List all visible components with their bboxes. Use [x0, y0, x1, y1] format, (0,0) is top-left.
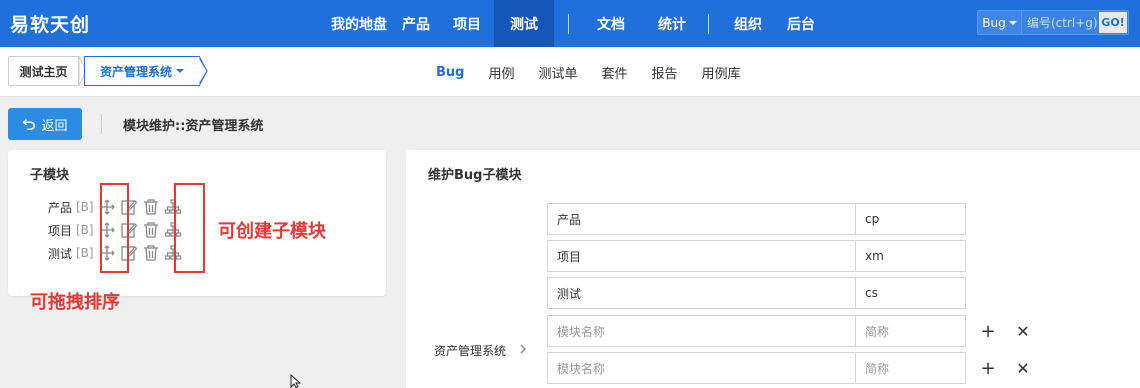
- new-module-short-input[interactable]: 简称: [855, 352, 966, 384]
- sub-navbar: 测试主页 资产管理系统 Bug 用例 测试单 套件 报告 用例库: [0, 47, 1140, 97]
- nav-item-product[interactable]: 产品: [392, 0, 440, 47]
- module-name-field[interactable]: 项目: [547, 240, 856, 272]
- annotation-create-submodule: 可创建子模块: [218, 221, 326, 242]
- subnav-case[interactable]: 用例: [488, 63, 514, 82]
- nav-item-org[interactable]: 组织: [726, 0, 770, 47]
- chevron-down-icon: [1008, 20, 1017, 25]
- new-module-name-input[interactable]: 模块名称: [547, 315, 856, 347]
- nav-item-dashboard[interactable]: 我的地盘: [331, 0, 387, 47]
- maintain-module-panel: 维护Bug子模块 产品 cp 项目 xm 测试 cs 模块名称 简称 + ✕ 模…: [406, 150, 1140, 388]
- nav-item-test[interactable]: 测试: [494, 0, 554, 47]
- module-form-row: 测试 cs: [547, 277, 967, 309]
- add-row-button[interactable]: +: [979, 358, 997, 379]
- module-name: 项目: [48, 223, 73, 238]
- module-name-field[interactable]: 产品: [547, 203, 856, 235]
- new-module-row: 模块名称 简称: [547, 315, 967, 347]
- mouse-cursor-icon: [290, 374, 302, 388]
- maintain-panel-title: 维护Bug子模块: [428, 168, 522, 183]
- subnav-bug[interactable]: Bug: [436, 65, 464, 80]
- create-highlight-box: [174, 183, 205, 273]
- module-form-row: 产品 cp: [547, 203, 967, 235]
- breadcrumb-arrow-tip: [198, 56, 208, 87]
- submodule-panel: 子模块 产品 [B] 项目 [B] 测试 [B] 可创建子模块 可拖拽排序: [8, 150, 386, 313]
- breadcrumb-product-select[interactable]: 资产管理系统: [84, 56, 200, 86]
- search-box: Bug GO!: [977, 10, 1129, 35]
- nav-item-doc[interactable]: 文档: [589, 0, 633, 47]
- test-subnav: Bug 用例 测试单 套件 报告 用例库: [436, 47, 765, 97]
- breadcrumb-current-label: 资产管理系统: [99, 64, 172, 79]
- page-title: 模块维护::资产管理系统: [123, 119, 264, 134]
- search-type-select[interactable]: Bug: [978, 11, 1022, 34]
- chevron-down-icon: [176, 69, 184, 73]
- module-name: 产品: [48, 200, 73, 215]
- drag-highlight-box: [100, 183, 129, 273]
- remove-row-button[interactable]: ✕: [1014, 322, 1032, 341]
- module-short-field[interactable]: cp: [855, 203, 966, 235]
- annotation-drag-sort: 可拖拽排序: [30, 292, 120, 313]
- breadcrumb-home[interactable]: 测试主页: [8, 56, 79, 86]
- module-short-field[interactable]: cs: [855, 277, 966, 309]
- parent-module-label: 资产管理系统: [434, 344, 507, 358]
- subnav-testtask[interactable]: 测试单: [539, 63, 578, 82]
- nav-divider: [568, 13, 569, 34]
- subnav-caselib[interactable]: 用例库: [702, 63, 741, 82]
- nav-item-stats[interactable]: 统计: [650, 0, 694, 47]
- subnav-suite[interactable]: 套件: [602, 63, 628, 82]
- module-type-badge: [B]: [76, 223, 94, 237]
- module-name-field[interactable]: 测试: [547, 277, 856, 309]
- module-type-badge: [B]: [76, 200, 94, 214]
- delete-icon[interactable]: [142, 198, 160, 216]
- module-name: 测试: [48, 246, 73, 261]
- nav-item-project[interactable]: 项目: [443, 0, 491, 47]
- module-short-field[interactable]: xm: [855, 240, 966, 272]
- top-navbar: 易软天创 我的地盘 产品 项目 测试 文档 统计 组织 后台 Bug GO!: [0, 0, 1140, 47]
- toolbar-divider: [101, 114, 102, 134]
- new-module-name-input[interactable]: 模块名称: [547, 352, 856, 384]
- delete-icon[interactable]: [142, 244, 160, 262]
- submodule-panel-title: 子模块: [30, 168, 70, 183]
- app-logo[interactable]: 易软天创: [10, 10, 90, 37]
- back-button-label: 返回: [41, 118, 68, 134]
- module-form-row: 项目 xm: [547, 240, 967, 272]
- delete-icon[interactable]: [142, 221, 160, 239]
- subnav-report[interactable]: 报告: [652, 63, 678, 82]
- module-type-badge: [B]: [76, 246, 94, 260]
- chevron-right-icon: [520, 344, 526, 354]
- main-nav: 我的地盘 产品 项目 测试 文档 统计 组织 后台: [322, 0, 823, 47]
- new-module-short-input[interactable]: 简称: [855, 315, 966, 347]
- search-type-label: Bug: [982, 15, 1006, 30]
- undo-icon: [23, 119, 36, 131]
- nav-divider: [708, 13, 709, 34]
- add-row-button[interactable]: +: [979, 321, 997, 342]
- new-module-row: 模块名称 简称: [547, 352, 967, 384]
- remove-row-button[interactable]: ✕: [1014, 359, 1032, 378]
- back-button[interactable]: 返回: [8, 108, 82, 140]
- search-input[interactable]: [1022, 11, 1098, 34]
- nav-item-admin[interactable]: 后台: [779, 0, 823, 47]
- search-go-button[interactable]: GO!: [1099, 12, 1127, 33]
